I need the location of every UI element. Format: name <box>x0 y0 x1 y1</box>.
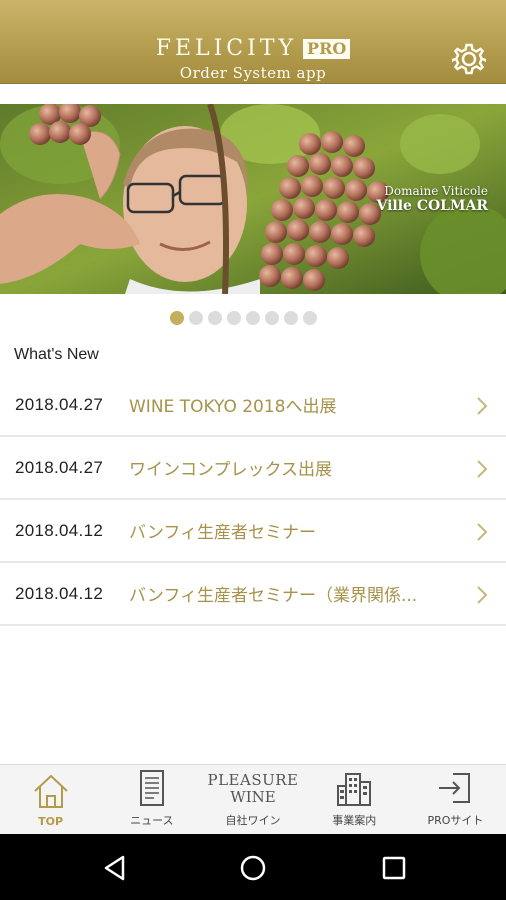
news-list: 2018.04.27 WINE TOKYO 2018へ出展 2018.04.27… <box>0 374 506 626</box>
brand-subtitle: Order System app <box>179 64 327 82</box>
pleasure-wine-word2: WINE <box>230 788 276 806</box>
news-title: バンフィ生産者セミナー（業界関係... <box>129 586 418 606</box>
news-title: WINE TOKYO 2018へ出展 <box>129 397 337 417</box>
chevron-right-icon <box>477 523 488 541</box>
brand-name: FELICITY <box>155 36 298 61</box>
pager-dot-6[interactable] <box>265 311 279 325</box>
news-date: 2018.04.27 <box>15 457 104 477</box>
pager-dot-5[interactable] <box>246 311 260 325</box>
news-item[interactable]: 2018.04.12 バンフィ生産者セミナー <box>0 500 506 563</box>
tab-business-label: 事業案内 <box>332 814 377 827</box>
banner-caption-line2: Ville COLMAR <box>376 198 488 214</box>
whats-new-title: What's New <box>14 346 99 363</box>
recents-square-icon[interactable] <box>379 853 409 883</box>
tab-own-wine-label: 自社ワイン <box>225 814 281 827</box>
chevron-right-icon <box>477 397 488 415</box>
news-item[interactable]: 2018.04.27 ワインコンプレックス出展 <box>0 437 506 500</box>
brand-logo: FELICITY PRO <box>0 36 506 61</box>
news-item[interactable]: 2018.04.27 WINE TOKYO 2018へ出展 <box>0 374 506 437</box>
building-icon <box>337 773 372 806</box>
tab-top[interactable]: TOP <box>0 765 101 834</box>
back-triangle-icon[interactable] <box>100 853 130 883</box>
bottom-tab-bar: TOP ニュース PLEASURE WINE 自社ワイン 事業案内 PROサイト <box>0 764 506 834</box>
news-item[interactable]: 2018.04.12 バンフィ生産者セミナー（業界関係... <box>0 563 506 626</box>
brand-pro-badge: PRO <box>303 38 351 59</box>
pager-dot-7[interactable] <box>284 311 298 325</box>
pager-dot-2[interactable] <box>189 311 203 325</box>
settings-button[interactable] <box>450 42 488 76</box>
banner-caption: Domaine Viticole Ville COLMAR <box>376 184 488 214</box>
tab-own-wine[interactable]: PLEASURE WINE 自社ワイン <box>202 765 303 834</box>
news-date: 2018.04.27 <box>15 394 104 414</box>
document-icon <box>139 770 164 806</box>
news-date: 2018.04.12 <box>15 520 104 540</box>
hero-banner[interactable]: Domaine Viticole Ville COLMAR <box>0 104 506 294</box>
home-circle-icon[interactable] <box>238 853 268 883</box>
tab-news-label: ニュース <box>130 814 174 827</box>
news-title: バンフィ生産者セミナー <box>129 523 316 543</box>
carousel-pager[interactable] <box>170 311 317 325</box>
pager-dot-1[interactable] <box>170 311 184 325</box>
news-title: ワインコンプレックス出展 <box>129 460 332 480</box>
pager-dot-3[interactable] <box>208 311 222 325</box>
pleasure-wine-logo: PLEASURE WINE <box>208 772 299 806</box>
news-date: 2018.04.12 <box>15 583 104 603</box>
login-icon <box>439 773 471 803</box>
tab-news[interactable]: ニュース <box>101 765 202 834</box>
system-nav-bar <box>0 834 506 900</box>
home-icon <box>33 774 68 808</box>
pager-dot-4[interactable] <box>227 311 241 325</box>
tab-pro-site[interactable]: PROサイト <box>405 765 506 834</box>
banner-caption-line1: Domaine Viticole <box>384 184 488 198</box>
gear-icon <box>450 43 488 75</box>
tab-pro-site-label: PROサイト <box>427 814 484 827</box>
chevron-right-icon <box>477 460 488 478</box>
pager-dot-8[interactable] <box>303 311 317 325</box>
tab-business[interactable]: 事業案内 <box>304 765 405 834</box>
app-header: FELICITY PRO Order System app <box>0 0 506 84</box>
pleasure-wine-word1: PLEASURE <box>207 771 299 789</box>
tab-top-label: TOP <box>38 815 64 828</box>
chevron-right-icon <box>477 586 488 604</box>
